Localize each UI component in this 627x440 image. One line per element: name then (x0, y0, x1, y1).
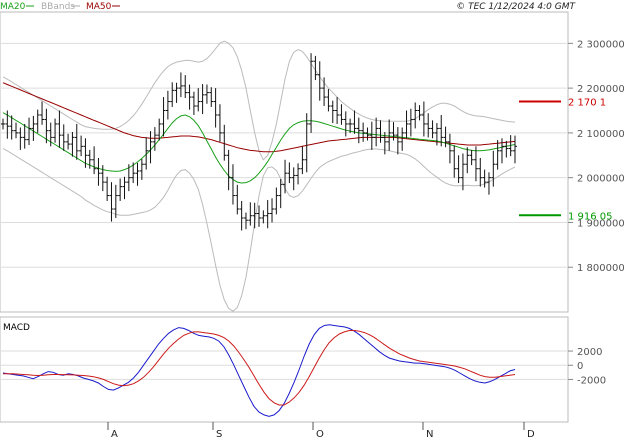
price-tick-label: 2 100000 (577, 129, 625, 140)
x-tick-label: D (527, 429, 535, 440)
price-tick-label: 2 200000 (577, 84, 625, 95)
price-tick-label: 1 800000 (577, 263, 625, 274)
price-y-axis: 2 3000002 2000002 1000002 0000001 900000… (568, 39, 625, 274)
macd-tick-label: 2000 (577, 347, 602, 358)
header-legend: MA20 BBands MA50 (0, 2, 120, 12)
macd-plot-area (0, 316, 569, 423)
macd-panel: MACD 2000 0 -2000 (0, 316, 606, 423)
copyright-text: © TEC 1/12/2024 4:0 GMT (456, 2, 576, 12)
x-tick-label: S (216, 429, 222, 440)
price-tick-label: 2 300000 (577, 39, 625, 50)
price-marker-label: 2 170 1 (568, 98, 606, 109)
macd-title: MACD (3, 323, 30, 333)
price-marker-label: 1 916 05 (568, 211, 613, 222)
price-panel: 2 3000002 2000002 1000002 0000001 900000… (0, 11, 625, 313)
legend-label-ma50: MA50 (86, 2, 112, 12)
macd-y-axis: 2000 0 -2000 (568, 347, 606, 386)
macd-tick-label: -2000 (577, 375, 606, 386)
price-tick-label: 2 000000 (577, 174, 625, 185)
legend-label-ma20: MA20 (0, 2, 26, 12)
x-tick-label: O (316, 429, 324, 440)
x-axis: ASOND (107, 422, 535, 440)
x-tick-label: N (426, 429, 433, 440)
macd-tick-label: 0 (577, 361, 583, 372)
x-tick-label: A (111, 429, 118, 440)
legend-label-bbands: BBands (41, 2, 75, 12)
chart-canvas: 2 3000002 2000002 1000002 0000001 900000… (0, 2, 625, 440)
